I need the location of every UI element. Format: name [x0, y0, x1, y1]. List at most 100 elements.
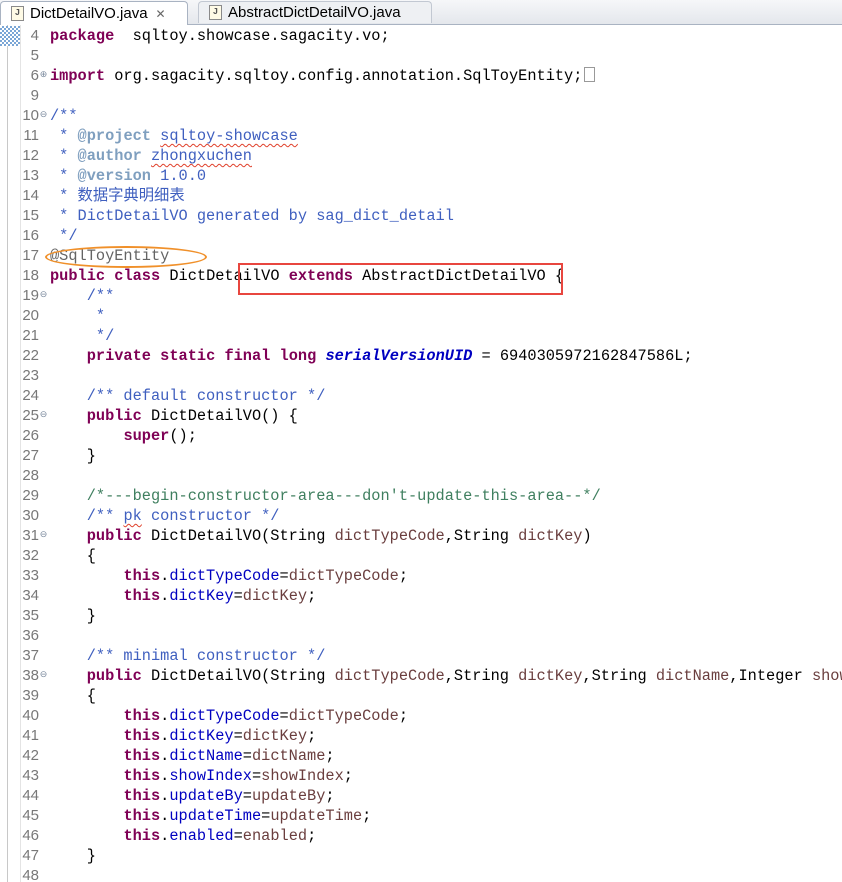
collapse-fold-icon[interactable]: ⊖	[39, 110, 48, 119]
code-token: DictDetailVO() {	[141, 407, 298, 425]
keyword-token: public	[50, 267, 106, 285]
keyword-token: this	[123, 567, 161, 585]
code-token: .	[160, 787, 170, 805]
code-text: import org.sagacity.sqltoy.config.annota…	[50, 66, 596, 86]
code-token: =	[251, 767, 262, 785]
code-line: 14 * 数据字典明细表	[0, 186, 842, 206]
javadoc-token: /**	[86, 287, 115, 305]
keyword-token: this	[123, 787, 161, 805]
close-tab-icon[interactable]: ✕	[156, 7, 166, 21]
keyword-token: static	[160, 347, 216, 365]
parameter-token: dictKey	[242, 587, 308, 605]
code-text: this.dictName=dictName;	[50, 746, 334, 766]
code-text: this.dictKey=dictKey;	[50, 726, 316, 746]
parameter-token: updateBy	[251, 787, 326, 805]
field-token: dictKey	[169, 727, 234, 745]
javadoc-tag-token: @version	[77, 167, 151, 185]
line-number: 6	[30, 67, 39, 84]
code-text: this.updateTime=updateTime;	[50, 806, 371, 826]
keyword-token: super	[123, 427, 170, 445]
code-text: * 数据字典明细表	[50, 186, 185, 206]
code-text: * @author zhongxuchen	[50, 146, 252, 166]
code-token: .	[160, 807, 170, 825]
static-field-token: serialVersionUID	[325, 347, 473, 365]
parameter-token: showI	[811, 667, 842, 685]
javadoc-token	[151, 127, 160, 145]
code-line: 26 super();	[0, 426, 842, 446]
parameter-token: dictKey	[518, 527, 583, 545]
tab-abstractdictdetailvo[interactable]: J AbstractDictDetailVO.java	[198, 1, 432, 23]
code-text: this.updateBy=updateBy;	[50, 786, 334, 806]
collapse-fold-icon[interactable]: ⊖	[39, 410, 48, 419]
tab-dictdetailvo[interactable]: J DictDetailVO.java ✕	[0, 1, 188, 25]
keyword-token: this	[123, 707, 161, 725]
keyword-token: package	[50, 27, 115, 45]
keyword-token: long	[279, 347, 317, 365]
code-line: 6 ⊕ import org.sagacity.sqltoy.config.anno…	[0, 66, 842, 86]
javadoc-token: *	[50, 307, 106, 325]
code-line: 15 * DictDetailVO generated by sag_dict_…	[0, 206, 842, 226]
javadoc-token: */	[50, 327, 115, 345]
keyword-token: this	[123, 807, 161, 825]
keyword-token: public	[86, 407, 142, 425]
line-number: 11	[23, 127, 39, 144]
line-number: 40	[22, 707, 39, 724]
line-number: 32	[22, 547, 39, 564]
code-token: DictDetailVO(String	[141, 527, 335, 545]
code-line: 37 /** minimal constructor */	[0, 646, 842, 666]
code-line: 20 *	[0, 306, 842, 326]
code-token: sqltoy.showcase.sagacity.vo;	[114, 27, 390, 45]
collapsed-imports-marker[interactable]	[584, 67, 596, 82]
code-token: {	[50, 547, 96, 565]
keyword-token: public	[86, 527, 142, 545]
line-number: 42	[22, 747, 39, 764]
javadoc-token: 1.0.0	[150, 167, 207, 185]
code-token: ;	[398, 707, 409, 725]
keyword-token: this	[123, 767, 161, 785]
code-text: }	[50, 446, 96, 466]
code-line: 28	[0, 466, 842, 486]
collapse-fold-icon[interactable]: ⊖	[39, 670, 48, 679]
line-number: 24	[22, 387, 39, 404]
code-token: =	[233, 727, 243, 745]
code-token: ,String	[444, 527, 519, 545]
parameter-token: dictName	[251, 747, 326, 765]
code-line: 33 this.dictTypeCode=dictTypeCode;	[0, 566, 842, 586]
code-text: this.showIndex=showIndex;	[50, 766, 353, 786]
javadoc-token: * 数据字典明细表	[50, 187, 185, 205]
line-number: 14	[22, 187, 39, 204]
parameter-token: dictTypeCode	[288, 567, 399, 585]
code-token: .	[160, 747, 170, 765]
code-line: 41 this.dictKey=dictKey;	[0, 726, 842, 746]
line-number: 47	[22, 847, 39, 864]
code-token: ,Integer	[729, 667, 812, 685]
code-line: 21 */	[0, 326, 842, 346]
line-number: 33	[22, 567, 39, 584]
line-number: 38	[22, 667, 39, 684]
code-line: 35 }	[0, 606, 842, 626]
code-token: =	[242, 787, 252, 805]
expand-fold-icon[interactable]: ⊕	[39, 70, 48, 79]
code-token: .	[160, 827, 170, 845]
collapse-fold-icon[interactable]: ⊖	[39, 290, 48, 299]
javadoc-token: /**	[86, 507, 124, 525]
collapse-fold-icon[interactable]: ⊖	[39, 530, 48, 539]
comment-token: /*---begin-constructor-area---don't-upda…	[86, 487, 601, 505]
javadoc-token: *	[50, 167, 78, 185]
code-token: org.sagacity.sqltoy.config.annotation.Sq…	[105, 67, 583, 85]
code-text: {	[50, 686, 96, 706]
javadoc-token: * DictDetailVO generated by sag_dict_det…	[50, 207, 454, 225]
code-line: 12 * @author zhongxuchen	[0, 146, 842, 166]
line-number: 20	[22, 307, 39, 324]
code-editor[interactable]: 4 package sqltoy.showcase.sagacity.vo; 5 6 ⊕…	[0, 25, 842, 882]
code-line: 45 this.updateTime=updateTime;	[0, 806, 842, 826]
keyword-token: this	[123, 747, 161, 765]
code-text: /** default constructor */	[50, 386, 326, 406]
parameter-token: dictName	[655, 667, 730, 685]
parameter-token: dictTypeCode	[334, 527, 445, 545]
